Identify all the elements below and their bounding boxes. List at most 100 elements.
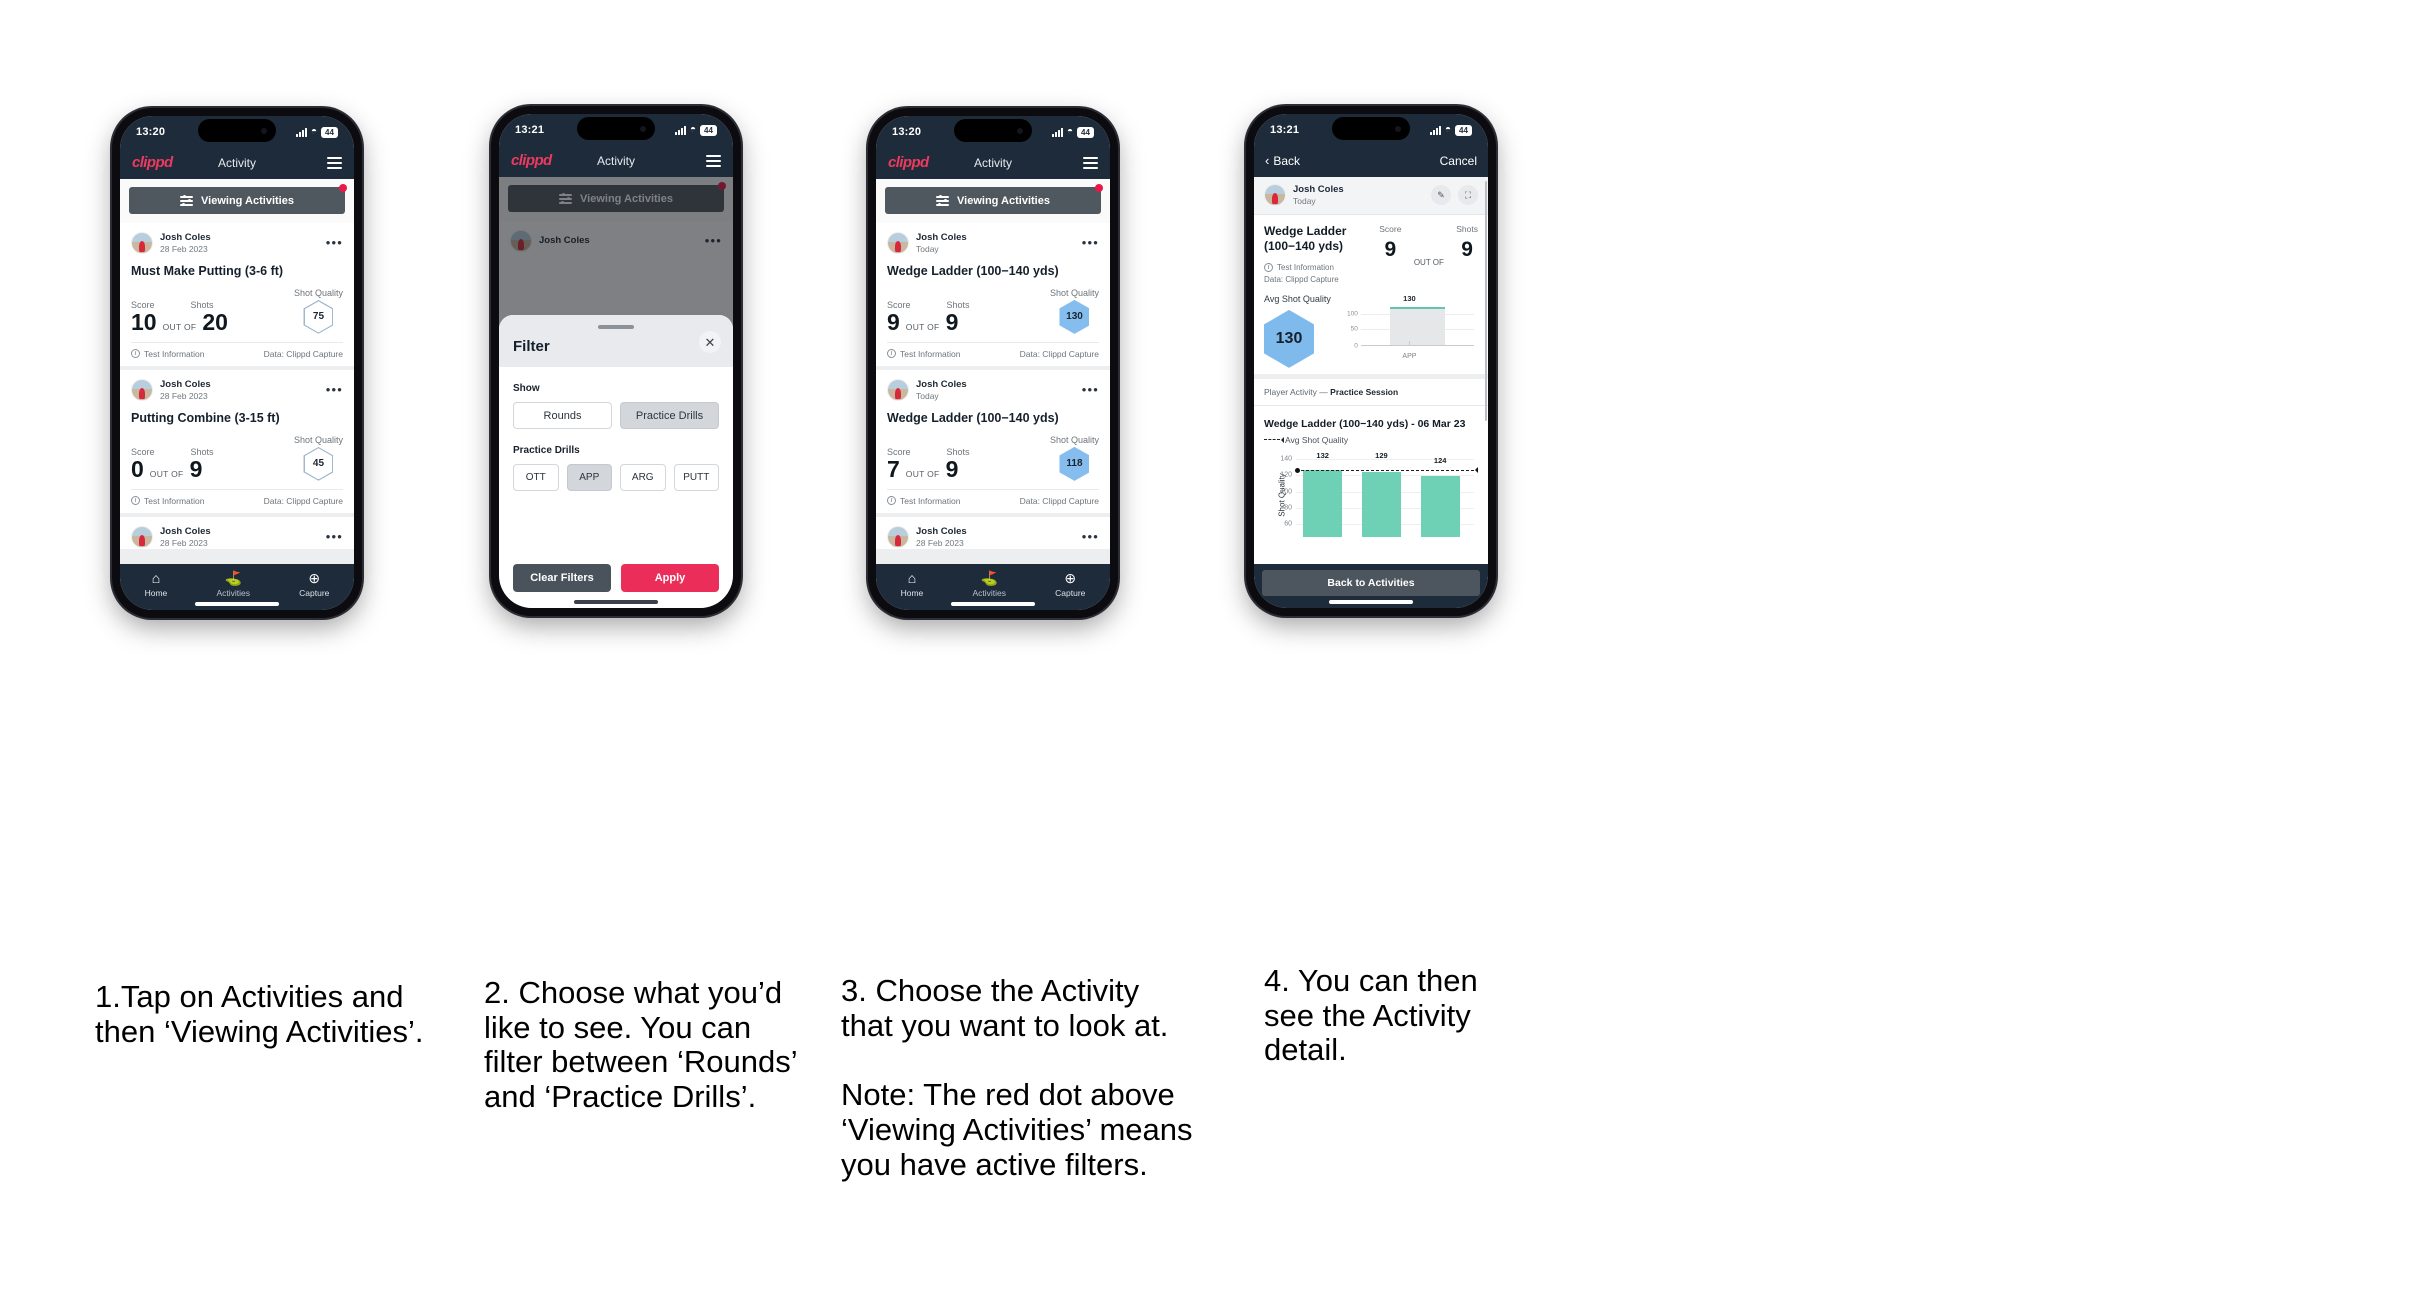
wifi-icon: ◓ xyxy=(310,126,317,137)
detail-content[interactable]: Josh Coles Today ✎ ⛶ Wedge Ladder (100−1… xyxy=(1254,177,1488,564)
app-header: clippd Activity xyxy=(876,146,1110,179)
info-icon: i xyxy=(887,349,896,359)
info-icon: i xyxy=(1264,262,1273,272)
scrollbar[interactable] xyxy=(1485,181,1487,421)
card-header: Josh Coles 28 Feb 2023 ••• xyxy=(131,526,343,549)
player-activity-prefix: Player Activity — xyxy=(1264,386,1328,397)
user-name: Josh Coles xyxy=(160,378,211,390)
test-information[interactable]: i Test Information xyxy=(131,349,204,359)
status-time: 13:21 xyxy=(1270,124,1300,136)
card-user: Josh Coles Today xyxy=(887,232,967,255)
avatar xyxy=(887,232,909,255)
show-options: Rounds Practice Drills xyxy=(513,402,719,429)
card-user: Josh Coles Today xyxy=(887,379,967,402)
status-time: 13:20 xyxy=(892,126,922,138)
viewing-activities-button[interactable]: Viewing Activities xyxy=(885,187,1101,214)
shot-quality-hexagon: 118 xyxy=(1059,446,1090,481)
sheet-grabber[interactable] xyxy=(598,325,634,329)
plus-circle-icon: ⊕ xyxy=(308,569,321,586)
home-icon: ⌂ xyxy=(907,569,917,586)
hamburger-icon[interactable] xyxy=(706,154,721,167)
activity-card[interactable]: Josh Coles Today ••• Wedge Ladder (100−1… xyxy=(876,369,1110,513)
tab-capture[interactable]: ⊕ Capture xyxy=(299,569,329,599)
page-title: Activity xyxy=(217,155,257,170)
activity-card[interactable]: Josh Coles 28 Feb 2023 ••• Must Make Put… xyxy=(120,223,354,366)
info-icon: i xyxy=(131,496,140,506)
home-indicator xyxy=(195,602,279,606)
score-values: 0 OUT OF 9 xyxy=(131,455,214,482)
tab-activities[interactable]: ⛳ Activities xyxy=(216,570,250,599)
chart-bar xyxy=(1361,472,1402,537)
app-header: clippd Activity xyxy=(499,144,733,177)
shots-block: Shots 9 xyxy=(1456,224,1478,284)
cellular-signal-icon xyxy=(674,125,686,135)
card-footer: i Test Information Data: Clippd Capture xyxy=(887,488,1099,513)
activity-card-partial[interactable]: Josh Coles 28 Feb 2023 ••• xyxy=(876,516,1110,549)
card-menu-icon[interactable]: ••• xyxy=(1082,384,1099,396)
fullscreen-icon[interactable]: ⛶ xyxy=(1458,185,1478,206)
data-source: Data: Clippd Capture xyxy=(1264,274,1339,284)
test-information[interactable]: i Test Information xyxy=(887,496,960,506)
bottom-tab-bar: ⌂ Home ⛳ Activities ⊕ Capture xyxy=(876,564,1110,610)
clippd-logo: clippd xyxy=(132,154,173,171)
home-indicator xyxy=(1329,600,1413,604)
chip-rounds[interactable]: Rounds xyxy=(513,402,612,429)
hamburger-icon[interactable] xyxy=(1083,156,1098,169)
card-menu-icon[interactable]: ••• xyxy=(326,384,343,396)
mini-axis xyxy=(1360,344,1474,346)
test-information[interactable]: i Test Information xyxy=(1264,262,1375,272)
chip-putt[interactable]: PUTT xyxy=(673,464,719,491)
chip-practice-drills[interactable]: Practice Drills xyxy=(620,402,719,429)
pencil-icon[interactable]: ✎ xyxy=(1431,185,1451,206)
sheet-title: Filter xyxy=(513,338,550,355)
card-header: Josh Coles 28 Feb 2023 ••• xyxy=(131,232,343,255)
activity-card[interactable]: Josh Coles Today ••• Wedge Ladder (100−1… xyxy=(876,223,1110,366)
score-block: Score 9 xyxy=(1379,224,1401,284)
activity-feed[interactable]: Josh Coles 28 Feb 2023 ••• Must Make Put… xyxy=(120,223,354,564)
cancel-button[interactable]: Cancel xyxy=(1440,154,1477,168)
card-menu-icon[interactable]: ••• xyxy=(1082,531,1099,543)
apply-button[interactable]: Apply xyxy=(621,564,719,592)
activity-title: Putting Combine (3-15 ft) xyxy=(131,410,280,425)
chip-app[interactable]: APP xyxy=(566,464,612,491)
card-menu-icon[interactable]: ••• xyxy=(1082,237,1099,249)
tab-home[interactable]: ⌂ Home xyxy=(901,569,924,599)
card-user: Josh Coles 28 Feb 2023 xyxy=(131,379,211,402)
activity-date: Today xyxy=(1293,195,1316,206)
detail-footer: Back to Activities xyxy=(1254,564,1488,608)
mini-xlabel: APP xyxy=(1402,352,1417,360)
phone-4-activity-detail: 13:21 ◓ 44 ‹ Back Cancel Josh Coles Toda… xyxy=(1246,106,1496,616)
chip-ott[interactable]: OTT xyxy=(513,464,559,491)
back-to-activities-button[interactable]: Back to Activities xyxy=(1262,570,1480,596)
shot-quality-label: Shot Quality xyxy=(1049,287,1099,298)
viewing-activities-button[interactable]: Viewing Activities xyxy=(129,187,345,214)
viewing-activities-label: Viewing Activities xyxy=(201,194,294,207)
chip-arg[interactable]: ARG xyxy=(620,464,666,491)
clear-filters-button[interactable]: Clear Filters xyxy=(513,564,611,592)
test-information[interactable]: i Test Information xyxy=(887,349,960,359)
tab-home[interactable]: ⌂ Home xyxy=(145,570,168,599)
ytick: 140 xyxy=(1280,455,1292,463)
card-menu-icon[interactable]: ••• xyxy=(326,237,343,249)
test-information[interactable]: i Test Information xyxy=(131,496,204,506)
card-menu-icon[interactable]: ••• xyxy=(326,531,343,543)
phone-1-activities-list: 13:20 ◓ 44 clippd Activity Viewing Activ… xyxy=(112,108,362,618)
activity-card[interactable]: Josh Coles 28 Feb 2023 ••• Putting Combi… xyxy=(120,369,354,513)
clippd-logo: clippd xyxy=(511,152,552,169)
avatar xyxy=(887,526,909,549)
tab-capture[interactable]: ⊕ Capture xyxy=(1055,570,1085,599)
score-value: 10 xyxy=(131,308,157,335)
activity-card-partial[interactable]: Josh Coles 28 Feb 2023 ••• xyxy=(120,516,354,549)
phone-4-screen: 13:21 ◓ 44 ‹ Back Cancel Josh Coles Toda… xyxy=(1254,114,1488,608)
hamburger-icon[interactable] xyxy=(327,156,342,169)
dynamic-island xyxy=(198,119,276,142)
category-mini-chart: 130 100 50 0 APP xyxy=(1341,294,1478,360)
back-button[interactable]: ‹ Back xyxy=(1265,154,1300,168)
shots-value: 9 xyxy=(189,455,203,482)
close-icon[interactable]: ✕ xyxy=(699,331,721,353)
cellular-signal-icon xyxy=(295,127,307,137)
activity-feed[interactable]: Josh Coles Today ••• Wedge Ladder (100−1… xyxy=(876,223,1110,564)
shot-quality-value: 75 xyxy=(312,311,325,323)
tab-activities[interactable]: ⛳ Activities xyxy=(972,570,1006,599)
shot-quality-hexagon: 45 xyxy=(303,446,334,481)
